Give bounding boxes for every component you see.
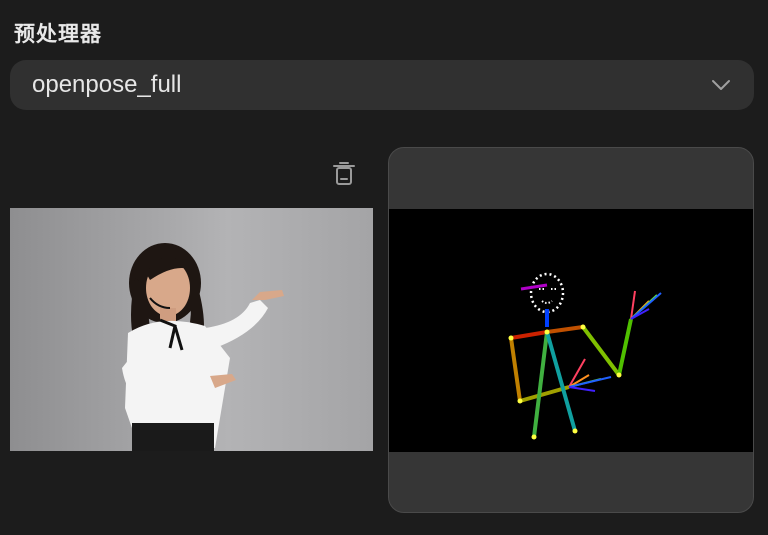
delete-image-button[interactable] (330, 160, 358, 190)
preprocessor-select-value: openpose_full (32, 71, 182, 98)
person-photo (122, 243, 284, 451)
input-photo[interactable] (10, 208, 373, 451)
pose-skeleton (508, 272, 662, 440)
chevron-down-icon (710, 74, 732, 96)
preprocessor-select[interactable]: openpose_full (10, 60, 754, 110)
pose-preview[interactable] (389, 209, 753, 452)
section-title: 预处理器 (14, 22, 102, 46)
trash-icon (332, 160, 356, 191)
output-card (388, 147, 754, 513)
